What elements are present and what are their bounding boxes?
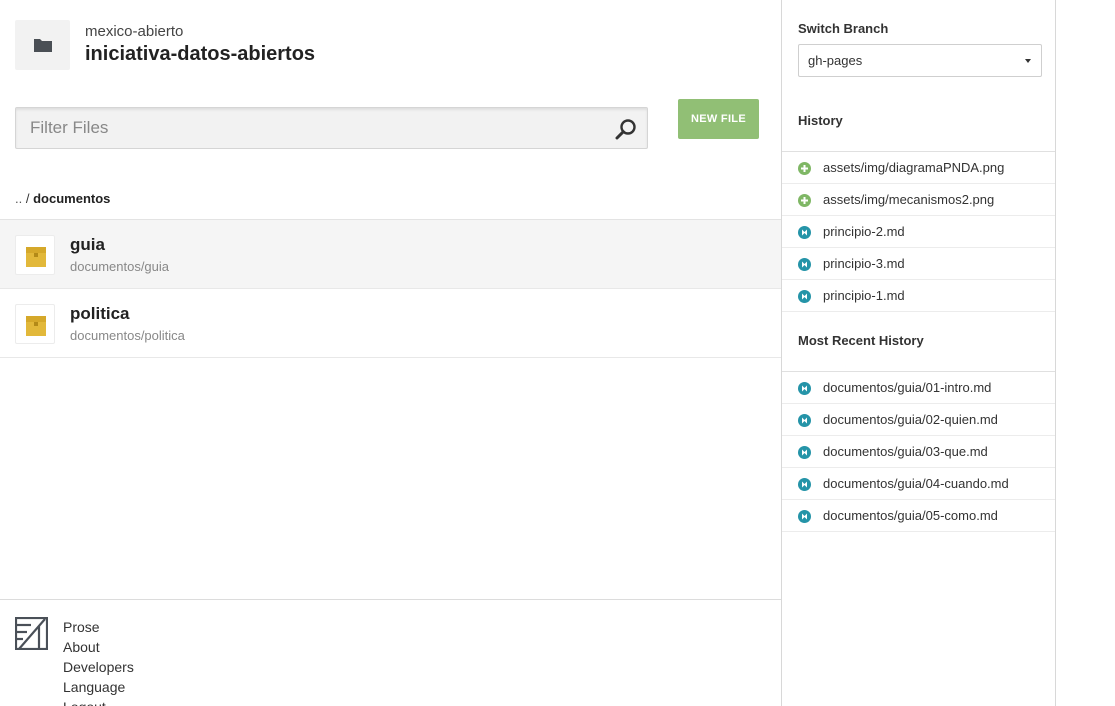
modified-icon — [798, 446, 811, 459]
history-item[interactable]: assets/img/mecanismos2.png — [782, 184, 1055, 216]
history-item[interactable]: principio-2.md — [782, 216, 1055, 248]
modified-icon — [798, 258, 811, 271]
sidebar: Switch Branch gh-pages History assets/im… — [781, 0, 1056, 706]
modified-icon — [798, 290, 811, 303]
modified-icon — [798, 226, 811, 239]
history-label: History — [798, 113, 843, 128]
footer-link-prose[interactable]: Prose — [63, 617, 134, 637]
footer: Prose About Developers Language Logout — [0, 599, 781, 706]
switch-branch-label: Switch Branch — [798, 21, 889, 36]
recent-history-list: documentos/guia/01-intro.md documentos/g… — [782, 371, 1055, 532]
history-item[interactable]: assets/img/diagramaPNDA.png — [782, 152, 1055, 184]
recent-file: documentos/guia/05-como.md — [823, 508, 998, 523]
history-list: assets/img/diagramaPNDA.png assets/img/m… — [782, 151, 1055, 312]
repo-folder-icon — [15, 20, 70, 70]
recent-file: documentos/guia/03-que.md — [823, 444, 988, 459]
history-file: principio-1.md — [823, 288, 905, 303]
footer-links: Prose About Developers Language Logout — [63, 617, 134, 706]
repo-name[interactable]: iniciativa-datos-abiertos — [85, 43, 315, 66]
footer-link-developers[interactable]: Developers — [63, 657, 134, 677]
history-item[interactable]: principio-1.md — [782, 280, 1055, 312]
history-file: assets/img/mecanismos2.png — [823, 192, 995, 207]
caret-down-icon — [1025, 59, 1031, 63]
recent-history-item[interactable]: documentos/guia/04-cuando.md — [782, 468, 1055, 500]
history-file: principio-2.md — [823, 224, 905, 239]
added-icon — [798, 162, 811, 175]
recent-history-item[interactable]: documentos/guia/03-que.md — [782, 436, 1055, 468]
folder-icon — [15, 235, 55, 275]
recent-file: documentos/guia/01-intro.md — [823, 380, 992, 395]
file-row-politica[interactable]: politica documentos/politica — [0, 289, 781, 358]
footer-link-language[interactable]: Language — [63, 677, 134, 697]
search-icon[interactable] — [615, 118, 637, 140]
footer-link-logout[interactable]: Logout — [63, 697, 134, 706]
recent-file: documentos/guia/02-quien.md — [823, 412, 998, 427]
added-icon — [798, 194, 811, 207]
main-panel: mexico-abierto iniciativa-datos-abiertos… — [0, 0, 781, 706]
new-file-button[interactable]: NEW FILE — [678, 99, 759, 139]
folder-icon — [15, 304, 55, 344]
modified-icon — [798, 382, 811, 395]
repo-owner[interactable]: mexico-abierto — [85, 23, 183, 40]
breadcrumb-current: documentos — [33, 191, 111, 206]
history-file: principio-3.md — [823, 256, 905, 271]
branch-select[interactable]: gh-pages — [798, 44, 1042, 77]
recent-history-item[interactable]: documentos/guia/01-intro.md — [782, 372, 1055, 404]
file-path: documentos/politica — [70, 328, 185, 343]
modified-icon — [798, 414, 811, 427]
file-list: guia documentos/guia politica documentos… — [0, 219, 781, 358]
prose-logo-icon[interactable] — [15, 617, 48, 650]
file-title: guia — [70, 235, 105, 254]
breadcrumb: .. / documentos — [15, 191, 110, 206]
recent-file: documentos/guia/04-cuando.md — [823, 476, 1009, 491]
branch-select-value: gh-pages — [808, 53, 863, 68]
file-path: documentos/guia — [70, 259, 170, 274]
recent-history-item[interactable]: documentos/guia/02-quien.md — [782, 404, 1055, 436]
filter-files-box — [15, 107, 648, 149]
history-item[interactable]: principio-3.md — [782, 248, 1055, 280]
breadcrumb-separator: / — [25, 191, 30, 206]
modified-icon — [798, 510, 811, 523]
most-recent-history-label: Most Recent History — [798, 333, 924, 348]
filter-files-input[interactable] — [16, 108, 606, 148]
footer-link-about[interactable]: About — [63, 637, 134, 657]
file-title: politica — [70, 304, 130, 323]
file-row-guia[interactable]: guia documentos/guia — [0, 220, 781, 289]
recent-history-item[interactable]: documentos/guia/05-como.md — [782, 500, 1055, 532]
breadcrumb-up-link[interactable]: .. — [15, 191, 22, 206]
history-file: assets/img/diagramaPNDA.png — [823, 160, 1005, 175]
modified-icon — [798, 478, 811, 491]
